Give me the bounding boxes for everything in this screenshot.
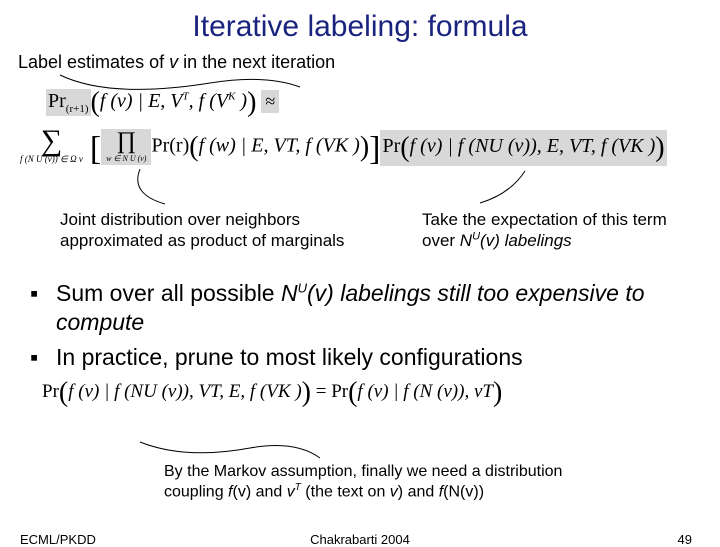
formula-block: Pr(r+1) (f (v) | E, VT, f (VK )) ≈ ∑ f (… [0, 79, 720, 209]
f2-supT: T [286, 135, 296, 157]
pr5-symbol: Pr [331, 381, 348, 402]
bottom-text: (the text on [301, 483, 390, 500]
f1-body: f (v) | E, V [100, 90, 183, 112]
f2-supT2: T [581, 135, 591, 157]
f2-supU: U [488, 135, 502, 157]
approx-symbol: ≈ [261, 90, 279, 113]
pr3-symbol: Pr [382, 135, 400, 157]
bullet1-a: Sum over all possible [56, 280, 281, 306]
pr2-sub: (r) [169, 135, 189, 157]
subhead-text-b: in the next iteration [178, 52, 335, 72]
sigma-symbol: ∑ f (N U (v)) ∈ Ω v [20, 130, 83, 165]
f2-outer-a: f (v) | f (N [410, 135, 489, 157]
annot-right-U: U [472, 231, 480, 243]
bullet-1: ▪ Sum over all possible NU(v) labelings … [30, 279, 690, 337]
subheading: Label estimates of v in the next iterati… [0, 44, 720, 73]
sigma-under: f (N U (v)) ∈ Ω v [20, 154, 83, 165]
formula-line-3: Pr(f (v) | f (NU (v)), VT, E, f (VK )) =… [42, 377, 720, 409]
connector-left [120, 169, 240, 209]
f3-supU: U [143, 381, 157, 402]
f2-supK2: K [630, 135, 643, 157]
pr4-symbol: Pr [42, 381, 59, 402]
f2-tail: ) [348, 135, 360, 157]
f2-inner1: f (w) | E, V [199, 135, 286, 157]
annotation-right: Take the expectation of this term over N… [422, 209, 682, 252]
pr-subscript: (r+1) [66, 103, 89, 115]
f3-lhs-b: (v)), V [157, 381, 210, 402]
bottom-v: v [287, 483, 295, 500]
f1-tail: ) [235, 90, 247, 112]
formula-line-1: Pr(r+1) (f (v) | E, VT, f (VK )) ≈ [46, 87, 279, 119]
annotation-row: Joint distribution over neighbors approx… [0, 209, 720, 273]
annot-right-b: (v) labelings [480, 231, 572, 250]
f1-mid: , f (V [189, 90, 228, 112]
subhead-var-v: v [169, 52, 178, 72]
bullet-list: ▪ Sum over all possible NU(v) labelings … [0, 273, 720, 371]
bottom-p2: (N(v)) [443, 483, 484, 500]
f3-supK: K [278, 381, 291, 402]
f3-lhs-d: ) [291, 381, 302, 402]
f2-mid: , f (V [295, 135, 334, 157]
connector-right [470, 169, 590, 209]
bottom-close: ) and [398, 483, 439, 500]
bullet-mark-icon: ▪ [30, 343, 56, 372]
bullet1-N: N [281, 280, 298, 306]
bottom-v2: v [390, 483, 398, 500]
bullet1-U: U [298, 280, 307, 295]
f3-supT: T [210, 381, 219, 402]
bullet2-text: In practice, prune to most likely config… [56, 343, 523, 372]
pr2-symbol: Pr [151, 135, 169, 157]
f3-lhs-a: f (v) | f (N [68, 381, 143, 402]
prod-under: w ∈ N U (v) [106, 154, 146, 163]
f2-outer-b: (v)), E, V [503, 135, 581, 157]
annotation-left: Joint distribution over neighbors approx… [60, 209, 390, 252]
slide-title: Iterative labeling: formula [0, 0, 720, 44]
bottom-and1: and [251, 483, 287, 500]
f3-rhs-supT: T [482, 381, 493, 402]
f2-outer-d: ) [644, 135, 656, 157]
product-symbol: ∏ w ∈ N U (v) [104, 131, 148, 163]
formula-line-2: ∑ f (N U (v)) ∈ Ω v [ ∏ w ∈ N U (v) Pr(r… [20, 129, 667, 169]
f2-outer-c: , f (V [591, 135, 630, 157]
f3-rhs-a: f (v) | f (N (v)), v [357, 381, 482, 402]
bottom-p1: (v) [233, 483, 252, 500]
pr-symbol: Pr [48, 90, 66, 112]
annot-right-N: N [460, 231, 472, 250]
subhead-text-a: Label estimates of [18, 52, 169, 72]
f3-lhs-c: , E, f (V [219, 381, 278, 402]
annotation-bottom: By the Markov assumption, finally we nee… [164, 462, 624, 502]
f3-eq: = [316, 381, 331, 402]
bullet-mark-icon: ▪ [30, 279, 56, 337]
bullet-2: ▪ In practice, prune to most likely conf… [30, 343, 690, 372]
f2-supK: K [335, 135, 348, 157]
